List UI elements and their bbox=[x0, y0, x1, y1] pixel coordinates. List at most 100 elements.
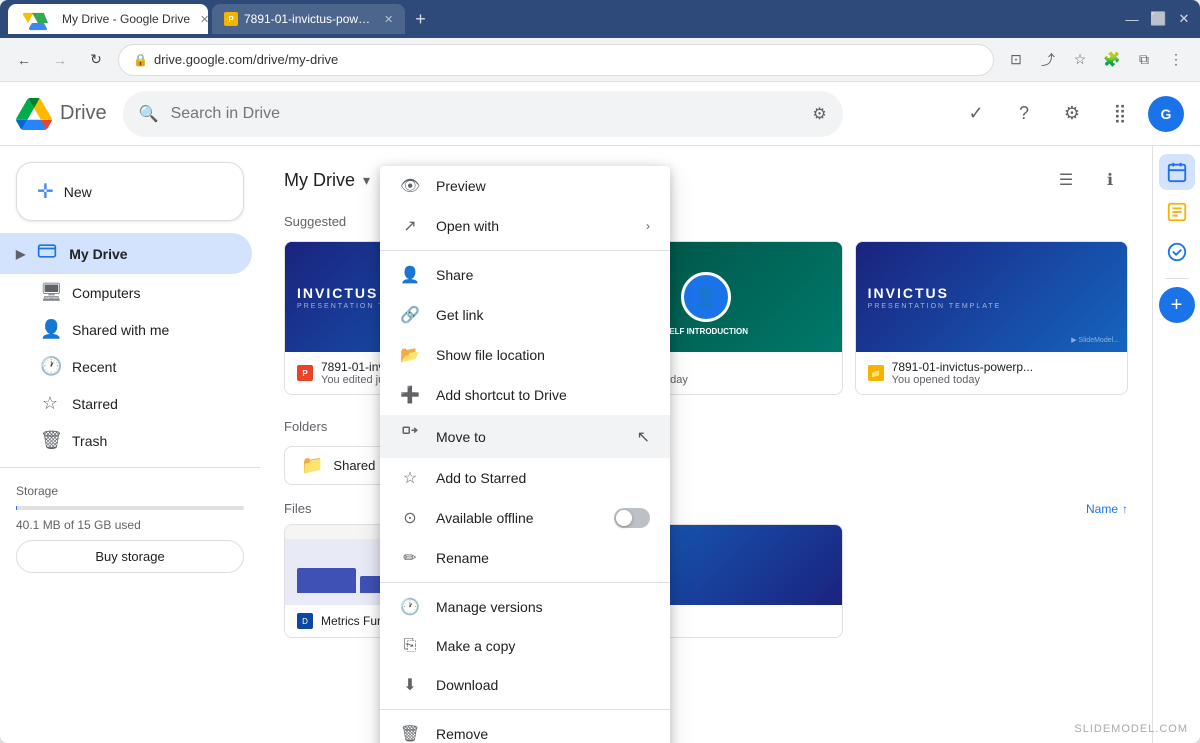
view-controls: ☰ ℹ bbox=[1048, 162, 1128, 198]
menu-item-rename[interactable]: ✏ Rename bbox=[380, 538, 670, 578]
info-icon[interactable]: ℹ bbox=[1092, 162, 1128, 198]
new-tab-button[interactable]: + bbox=[409, 9, 432, 30]
menu-divider-3 bbox=[380, 709, 670, 710]
share-icon: 👤 bbox=[400, 265, 420, 285]
close-window-icon[interactable]: ✕ bbox=[1176, 11, 1192, 27]
file-thumb-2: Invictus PRESENTATION TEMPLATE ▶ SlideMo… bbox=[856, 242, 1127, 352]
sort-control[interactable]: Name ↑ bbox=[1086, 502, 1128, 516]
move-to-icon bbox=[400, 425, 420, 448]
sidebar-item-trash[interactable]: 🗑 Trash bbox=[0, 422, 252, 459]
add-panel-button[interactable]: + bbox=[1159, 287, 1195, 323]
tab-close-ppt[interactable]: ✕ bbox=[384, 13, 393, 26]
url-text: drive.google.com/drive/my-drive bbox=[154, 52, 338, 67]
sidebar-item-recent[interactable]: 🕐 Recent bbox=[0, 348, 252, 385]
starred-icon: ☆ bbox=[40, 393, 60, 414]
new-button[interactable]: ✛ New bbox=[16, 162, 244, 221]
storage-fill bbox=[16, 506, 17, 510]
cast-icon[interactable]: ⊡ bbox=[1002, 46, 1030, 74]
panel-divider bbox=[1165, 278, 1189, 279]
shortcut-icon: ➕ bbox=[400, 385, 420, 405]
menu-item-move[interactable]: Move to ↖ bbox=[380, 415, 670, 458]
settings-icon[interactable]: ⚙ bbox=[1052, 94, 1092, 134]
plus-icon: ✛ bbox=[37, 179, 54, 204]
tasks-panel-button[interactable] bbox=[1159, 234, 1195, 270]
starred-label: Starred bbox=[72, 396, 118, 412]
versions-label: Manage versions bbox=[436, 599, 650, 615]
back-button[interactable]: ← bbox=[10, 46, 38, 74]
folder-icon: 📁 bbox=[301, 455, 323, 476]
preview-icon: 👁 bbox=[400, 176, 420, 196]
trash-icon: 🗑 bbox=[40, 430, 60, 451]
list-view-icon[interactable]: ☰ bbox=[1048, 162, 1084, 198]
tab-ppt[interactable]: P 7891-01-invictus-powerpoint-te... ✕ bbox=[212, 4, 405, 34]
toggle-knob bbox=[616, 510, 632, 526]
menu-item-make-copy[interactable]: ⎘ Make a copy bbox=[380, 627, 670, 665]
help-icon[interactable]: ? bbox=[1004, 94, 1044, 134]
rename-label: Rename bbox=[436, 550, 650, 566]
sidebar-item-computers[interactable]: 🖥 Computers bbox=[0, 274, 252, 311]
menu-item-show-location[interactable]: 📂 Show file location bbox=[380, 335, 670, 375]
offline-icon: ⊙ bbox=[400, 508, 420, 528]
search-filter-icon[interactable]: ⚙ bbox=[812, 104, 826, 124]
address-bar-actions: ⊡ ⤴ ☆ 🧩 ⧉ ⋮ bbox=[1002, 46, 1190, 74]
content-title-text: My Drive bbox=[284, 170, 355, 191]
copy-label: Make a copy bbox=[436, 638, 650, 654]
tab-ppt-title: 7891-01-invictus-powerpoint-te... bbox=[244, 12, 374, 26]
recent-label: Recent bbox=[72, 359, 116, 375]
sidebar-item-my-drive[interactable]: ▶ My Drive bbox=[0, 233, 252, 274]
menu-item-open-with[interactable]: ↗ Open with › bbox=[380, 206, 670, 246]
share-page-icon[interactable]: ⤴ bbox=[1034, 46, 1062, 74]
menu-item-shortcut[interactable]: ➕ Add shortcut to Drive bbox=[380, 375, 670, 415]
menu-divider-1 bbox=[380, 250, 670, 251]
menu-item-preview[interactable]: 👁 Preview bbox=[380, 166, 670, 206]
url-bar[interactable]: 🔒 drive.google.com/drive/my-drive bbox=[118, 44, 994, 76]
content-title[interactable]: My Drive ▾ bbox=[284, 170, 370, 191]
open-with-arrow-icon: › bbox=[646, 219, 650, 233]
notes-panel-button[interactable] bbox=[1159, 194, 1195, 230]
forward-button[interactable]: → bbox=[46, 46, 74, 74]
move-to-label: Move to bbox=[436, 429, 621, 445]
remove-icon: 🗑 bbox=[400, 724, 420, 743]
menu-item-download[interactable]: ⬇ Download bbox=[380, 665, 670, 705]
sidebar-item-shared[interactable]: 👤 Shared with me bbox=[0, 311, 252, 348]
menu-item-get-link[interactable]: 🔗 Get link bbox=[380, 295, 670, 335]
maximize-icon[interactable]: ⬜ bbox=[1150, 11, 1166, 27]
menu-item-share[interactable]: 👤 Share bbox=[380, 255, 670, 295]
my-drive-icon bbox=[37, 241, 57, 266]
offline-label: Available offline bbox=[436, 510, 598, 526]
file-card-2[interactable]: Invictus PRESENTATION TEMPLATE ▶ SlideMo… bbox=[855, 241, 1128, 395]
tab-drive[interactable]: My Drive - Google Drive ✕ bbox=[8, 4, 208, 34]
minimize-icon[interactable]: — bbox=[1124, 12, 1140, 27]
buy-storage-button[interactable]: Buy storage bbox=[16, 540, 244, 573]
versions-icon: 🕐 bbox=[400, 597, 420, 617]
starred-menu-icon: ☆ bbox=[400, 468, 420, 488]
storage-bar bbox=[16, 506, 244, 510]
menu-item-offline[interactable]: ⊙ Available offline bbox=[380, 498, 670, 538]
menu-item-manage-versions[interactable]: 🕐 Manage versions bbox=[380, 587, 670, 627]
tab-close-drive[interactable]: ✕ bbox=[200, 13, 208, 26]
browser-window: My Drive - Google Drive ✕ P 7891-01-invi… bbox=[0, 0, 1200, 743]
menu-item-starred[interactable]: ☆ Add to Starred bbox=[380, 458, 670, 498]
calendar-panel-button[interactable] bbox=[1159, 154, 1195, 190]
open-with-icon: ↗ bbox=[400, 216, 420, 236]
more-icon[interactable]: ⋮ bbox=[1162, 46, 1190, 74]
download-icon: ⬇ bbox=[400, 675, 420, 695]
share-label: Share bbox=[436, 267, 650, 283]
bookmark-icon[interactable]: ☆ bbox=[1066, 46, 1094, 74]
search-bar[interactable]: 🔍 ⚙ bbox=[123, 91, 843, 137]
sidebar: ✛ New ▶ My Drive 🖥 Computers bbox=[0, 146, 260, 743]
sidebar-item-starred[interactable]: ☆ Starred bbox=[0, 385, 252, 422]
preview-label: Preview bbox=[436, 178, 650, 194]
search-input[interactable] bbox=[171, 105, 801, 123]
split-view-icon[interactable]: ⧉ bbox=[1130, 46, 1158, 74]
feedback-icon[interactable]: ✓ bbox=[956, 94, 996, 134]
avatar[interactable]: G bbox=[1148, 96, 1184, 132]
extension-icon[interactable]: 🧩 bbox=[1098, 46, 1126, 74]
address-bar: ← → ↻ 🔒 drive.google.com/drive/my-drive … bbox=[0, 38, 1200, 82]
location-icon: 📂 bbox=[400, 345, 420, 365]
refresh-button[interactable]: ↻ bbox=[82, 46, 110, 74]
menu-item-remove[interactable]: 🗑 Remove bbox=[380, 714, 670, 743]
file-name-2: 7891-01-invictus-powerp... bbox=[892, 360, 1115, 374]
offline-toggle[interactable] bbox=[614, 508, 650, 528]
apps-icon[interactable]: ⣿ bbox=[1100, 94, 1140, 134]
